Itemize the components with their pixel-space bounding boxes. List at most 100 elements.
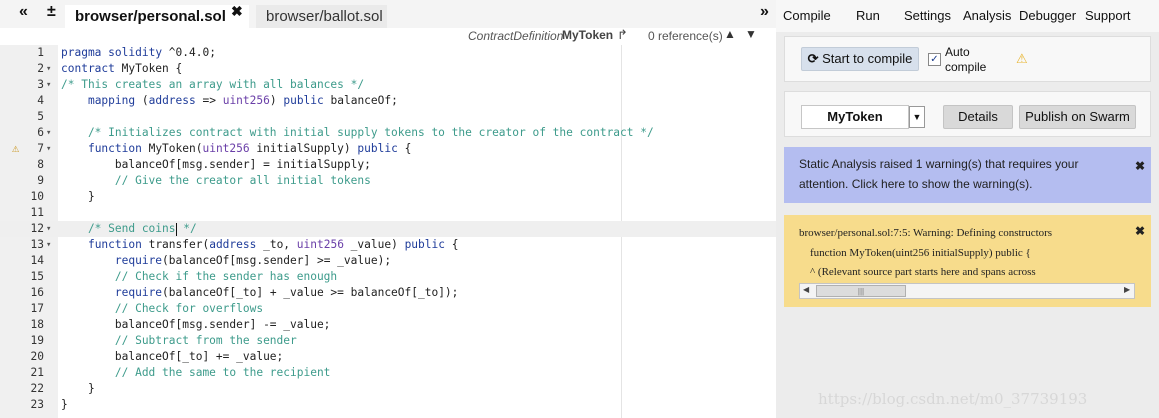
close-tab-icon[interactable]: ✖: [231, 3, 243, 20]
code-text: contract MyToken {: [61, 62, 183, 75]
code-text: }: [61, 382, 95, 395]
code-text: balanceOf[_to] += _value;: [61, 350, 284, 363]
line-number: 7: [37, 142, 44, 155]
panel-menu: Compile Run Settings Analysis Debugger S…: [776, 0, 1159, 32]
code-line[interactable]: 19 // Subtract from the sender: [0, 333, 776, 349]
scroll-left-icon[interactable]: ◀: [803, 285, 809, 294]
code-line[interactable]: 1 pragma solidity ^0.4.0;: [0, 45, 776, 61]
tab-analysis[interactable]: Analysis: [963, 8, 1011, 23]
line-number: 20: [30, 350, 44, 363]
next-reference-icon[interactable]: ▼: [745, 27, 757, 41]
warning-line3: ^ (Relevant source part starts here and …: [799, 266, 1036, 278]
line-number: 17: [30, 302, 44, 315]
line-number: 3: [37, 78, 44, 91]
code-line[interactable]: 14 require(balanceOf[msg.sender] >= _val…: [0, 253, 776, 269]
code-line[interactable]: 13 ▾ function transfer(address _to, uint2…: [0, 237, 776, 253]
line-number: 10: [30, 190, 44, 203]
compile-section: ⟳ Start to compile ✓ Auto compile ⚠: [784, 36, 1151, 82]
text-cursor: [175, 222, 177, 236]
tab-run[interactable]: Run: [856, 8, 880, 23]
line-number: 2: [37, 62, 44, 75]
tab-compile[interactable]: Compile: [783, 8, 831, 23]
reference-count: 0 reference(s): [648, 29, 723, 43]
line-number: 14: [30, 254, 44, 267]
line-number: 22: [30, 382, 44, 395]
code-line[interactable]: 5: [0, 109, 776, 125]
auto-compile-label-line2: compile: [945, 60, 987, 74]
fold-toggle-icon[interactable]: ▾: [46, 61, 51, 77]
collapse-left-icon[interactable]: «: [19, 3, 28, 21]
code-line[interactable]: 17 // Check for overflows: [0, 301, 776, 317]
warning-line1: browser/personal.sol:7:5: Warning: Defin…: [799, 227, 1053, 239]
static-analysis-alert[interactable]: Static Analysis raised 1 warning(s) that…: [784, 147, 1151, 203]
tab-label: browser/personal.sol: [75, 8, 226, 25]
code-line[interactable]: 18 balanceOf[msg.sender] -= _value;: [0, 317, 776, 333]
static-analysis-line1: Static Analysis raised 1 warning(s) that…: [799, 157, 1079, 171]
code-text: function transfer(address _to, uint256 _…: [87, 238, 459, 251]
line-number: 5: [37, 110, 44, 123]
warning-horizontal-scrollbar[interactable]: ◀ ||| ▶: [799, 283, 1135, 299]
chevron-down-icon[interactable]: ▼: [909, 106, 925, 128]
code-line[interactable]: 22 }: [0, 381, 776, 397]
file-tab-bar: « ± browser/personal.sol ✖ browser/ballo…: [0, 0, 776, 28]
code-line[interactable]: 11: [0, 205, 776, 221]
close-icon[interactable]: ✖: [1135, 156, 1145, 176]
close-icon[interactable]: ✖: [1135, 224, 1145, 238]
tab-support[interactable]: Support: [1085, 8, 1131, 23]
code-line[interactable]: 2 ▾ contract MyToken {: [0, 61, 776, 77]
auto-compile-label-line1: Auto: [945, 45, 970, 59]
code-text: mapping (address => uint256) public bala…: [87, 94, 398, 107]
code-text: function MyToken(uint256 initialSupply) …: [87, 142, 412, 155]
code-text: require(balanceOf[msg.sender] >= _value)…: [114, 254, 392, 267]
compile-warning-icon[interactable]: ⚠: [1016, 51, 1028, 67]
tab-personal-sol[interactable]: browser/personal.sol: [65, 5, 249, 28]
line-number: 8: [37, 158, 44, 171]
publish-swarm-button[interactable]: Publish on Swarm: [1019, 105, 1136, 129]
code-line[interactable]: 9 // Give the creator all initial tokens: [0, 173, 776, 189]
code-text: // Check if the sender has enough: [61, 270, 338, 283]
code-line[interactable]: 8 balanceOf[msg.sender] = initialSupply;: [0, 157, 776, 173]
contract-select[interactable]: MyToken: [801, 105, 909, 129]
code-line[interactable]: 20 balanceOf[_to] += _value;: [0, 349, 776, 365]
line-number: 18: [30, 318, 44, 331]
start-compile-button[interactable]: ⟳ Start to compile: [801, 47, 919, 71]
code-line[interactable]: 4 mapping (address => uint256) public ba…: [0, 93, 776, 109]
scrollbar-thumb[interactable]: |||: [816, 285, 906, 297]
add-file-icon[interactable]: ±: [47, 3, 56, 21]
context-kind: ContractDefinition: [468, 29, 564, 43]
code-line[interactable]: 6 ▾ /* Initializes contract with initial …: [0, 125, 776, 141]
auto-compile-checkbox[interactable]: ✓: [928, 53, 941, 66]
context-name[interactable]: MyToken: [562, 28, 613, 42]
code-line[interactable]: 16 require(balanceOf[_to] + _value >= ba…: [0, 285, 776, 301]
start-compile-label: Start to compile: [822, 51, 913, 66]
line-number: 6: [37, 126, 44, 139]
tab-debugger[interactable]: Debugger: [1019, 8, 1076, 23]
line-number: 15: [30, 270, 44, 283]
code-line[interactable]: 21 // Add the same to the recipient: [0, 365, 776, 381]
tab-settings[interactable]: Settings: [904, 8, 951, 23]
contract-select-value: MyToken: [827, 109, 883, 124]
code-editor[interactable]: 1 pragma solidity ^0.4.0; 2 ▾ contract MyTok…: [0, 45, 776, 418]
tab-ballot-sol[interactable]: browser/ballot.sol: [256, 5, 387, 28]
code-line[interactable]: 10 }: [0, 189, 776, 205]
code-text: /* Send coins */: [61, 222, 197, 236]
fold-toggle-icon[interactable]: ▾: [46, 125, 51, 141]
fold-toggle-icon[interactable]: ▾: [46, 77, 51, 93]
code-line[interactable]: 15 // Check if the sender has enough: [0, 269, 776, 285]
line-number: 21: [30, 366, 44, 379]
code-line[interactable]: 3 ▾ /* This creates an array with all bala…: [0, 77, 776, 93]
line-number: 23: [30, 398, 44, 411]
code-text: // Check for overflows: [61, 302, 264, 315]
goto-definition-icon[interactable]: ↱: [617, 27, 628, 43]
code-line[interactable]: 12 ▾ /* Send coins */: [0, 221, 776, 237]
details-button[interactable]: Details: [943, 105, 1013, 129]
scroll-right-icon[interactable]: ▶: [1124, 285, 1130, 294]
code-text: // Give the creator all initial tokens: [61, 174, 371, 187]
expand-right-icon[interactable]: »: [760, 3, 769, 21]
previous-reference-icon[interactable]: ▲: [724, 27, 736, 41]
code-line[interactable]: 23}: [0, 397, 776, 413]
code-line[interactable]: ⚠ 7 ▾ function MyToken(uint256 initialSupp…: [0, 141, 776, 157]
fold-toggle-icon[interactable]: ▾: [46, 221, 51, 237]
fold-toggle-icon[interactable]: ▾: [46, 237, 51, 253]
fold-toggle-icon[interactable]: ▾: [46, 141, 51, 157]
